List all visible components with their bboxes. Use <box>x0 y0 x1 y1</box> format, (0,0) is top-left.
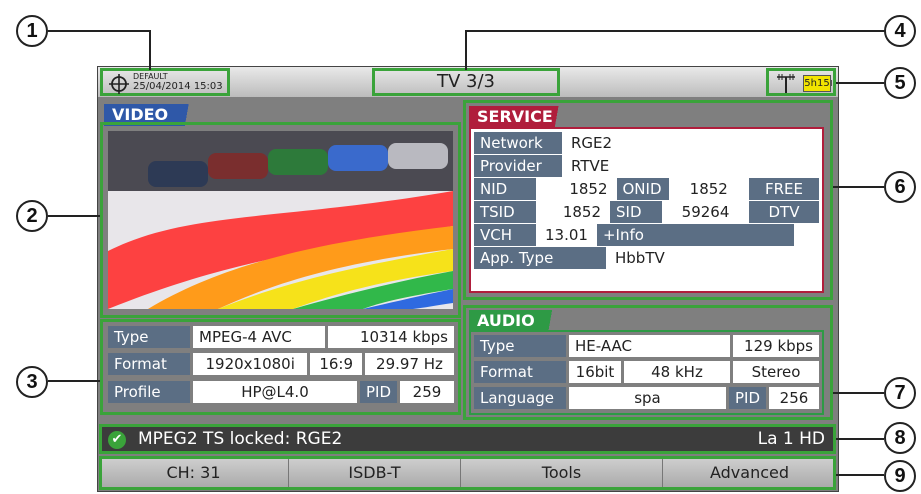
check-icon: ✔ <box>108 431 126 449</box>
video-type-value: MPEG-4 AVC <box>193 326 326 348</box>
callout-1-line-v <box>149 30 151 70</box>
video-resolution: 1920x1080i <box>193 353 308 375</box>
vch-value: 13.01 <box>539 224 594 246</box>
vch-label: VCH <box>474 224 536 246</box>
audio-bitrate: 129 kbps <box>733 335 819 357</box>
audio-bit-depth: 16bit <box>569 361 621 383</box>
audio-pid-label: PID <box>728 387 766 409</box>
more-info-checkbox[interactable] <box>797 224 819 246</box>
callout-3-line <box>48 380 100 382</box>
audio-format-label: Format <box>474 361 566 383</box>
tsid-label: TSID <box>474 201 536 223</box>
more-info-button[interactable]: +Info <box>596 224 794 246</box>
video-profile-value: HP@L4.0 <box>193 381 357 403</box>
network-label: Network <box>474 132 562 154</box>
callout-8: 8 <box>884 422 916 454</box>
onid-label: ONID <box>616 178 669 200</box>
video-pid-label: PID <box>359 381 397 403</box>
callout-1: 1 <box>16 15 48 47</box>
screen-title: TV 3/3 <box>372 68 560 96</box>
video-bitrate: 10314 kbps <box>328 326 454 348</box>
callout-6-line <box>833 186 884 188</box>
free-badge: FREE <box>749 178 819 200</box>
app-type-label: App. Type <box>474 247 606 269</box>
date-time: 25/04/2014 15:03 <box>133 81 223 92</box>
video-preview-frame <box>100 122 461 318</box>
tsid-value: 1852 <box>539 201 608 223</box>
sid-label: SID <box>610 201 663 223</box>
video-pid-value: 259 <box>400 381 454 403</box>
preset-box: DEFAULT 25/04/2014 15:03 <box>100 68 230 96</box>
video-aspect: 16:9 <box>310 353 362 375</box>
video-format-label: Format <box>108 353 190 375</box>
antenna-icon <box>777 74 795 93</box>
audio-pid-value: 256 <box>769 387 819 409</box>
callout-6: 6 <box>884 171 916 203</box>
video-profile-label: Profile <box>108 381 190 403</box>
callout-5: 5 <box>884 67 916 99</box>
callout-4-line-v <box>465 30 467 70</box>
service-panel: SERVICE Network RGE2 Provider RTVE NID 1… <box>463 100 833 300</box>
callout-1-line-h <box>48 30 150 32</box>
video-format-row: Format 1920x1080i 16:9 29.97 Hz <box>108 353 454 375</box>
callout-8-line <box>836 438 884 440</box>
video-type-row: Type MPEG-4 AVC 10314 kbps <box>108 326 454 348</box>
app-type-value: HbbTV <box>609 247 819 269</box>
lock-status-bar: ✔ MPEG2 TS locked: RGE2 La 1 HD <box>99 424 836 454</box>
sid-value: 59264 <box>665 201 746 223</box>
battery-tip <box>830 80 832 86</box>
audio-panel: AUDIO Type HE-AAC 129 kbps Format 16bit … <box>463 305 833 420</box>
audio-channel-mode: Stereo <box>733 361 819 383</box>
audio-type-value: HE-AAC <box>569 335 730 357</box>
video-framerate: 29.97 Hz <box>364 353 454 375</box>
softkey-highlight <box>99 456 836 490</box>
service-tab[interactable]: SERVICE <box>469 106 577 128</box>
network-value: RGE2 <box>565 132 819 154</box>
callout-4-line-h <box>465 30 885 32</box>
callout-4: 4 <box>884 15 916 47</box>
audio-sample-rate: 48 kHz <box>624 361 730 383</box>
crosshair-icon <box>109 74 129 94</box>
callout-3: 3 <box>16 366 48 398</box>
callout-2-line <box>48 215 100 217</box>
audio-table-frame: Type HE-AAC 129 kbps Format 16bit 48 kHz… <box>469 330 824 415</box>
service-table-frame: Network RGE2 Provider RTVE NID 1852 ONID… <box>469 127 824 293</box>
callout-7: 7 <box>884 377 916 409</box>
callout-5-line <box>836 82 884 84</box>
battery-icon: 5h15 <box>803 75 831 92</box>
callout-9-line <box>836 474 884 476</box>
callout-9: 9 <box>884 460 916 492</box>
lock-status-text: MPEG2 TS locked: RGE2 <box>138 429 343 449</box>
channel-name: La 1 HD <box>757 429 825 449</box>
nid-label: NID <box>474 178 536 200</box>
video-preview-image <box>108 131 453 309</box>
audio-language-label: Language <box>474 387 566 409</box>
onid-value: 1852 <box>671 178 746 200</box>
video-type-label: Type <box>108 326 190 348</box>
nid-value: 1852 <box>539 178 614 200</box>
audio-language-value: spa <box>569 387 726 409</box>
video-profile-row: Profile HP@L4.0 PID 259 <box>108 381 454 403</box>
provider-label: Provider <box>474 155 562 177</box>
preset-name: DEFAULT <box>133 72 168 81</box>
status-icons: 5h15 <box>766 68 836 96</box>
audio-tab[interactable]: AUDIO <box>469 310 569 332</box>
video-info-table: Type MPEG-4 AVC 10314 kbps <box>105 323 457 351</box>
video-info-box: Type MPEG-4 AVC 10314 kbps Format 1920x1… <box>100 319 461 415</box>
provider-value: RTVE <box>565 155 819 177</box>
callout-2: 2 <box>16 200 48 232</box>
audio-type-label: Type <box>474 335 566 357</box>
dtv-badge: DTV <box>749 201 819 223</box>
callout-7-line <box>833 392 884 394</box>
